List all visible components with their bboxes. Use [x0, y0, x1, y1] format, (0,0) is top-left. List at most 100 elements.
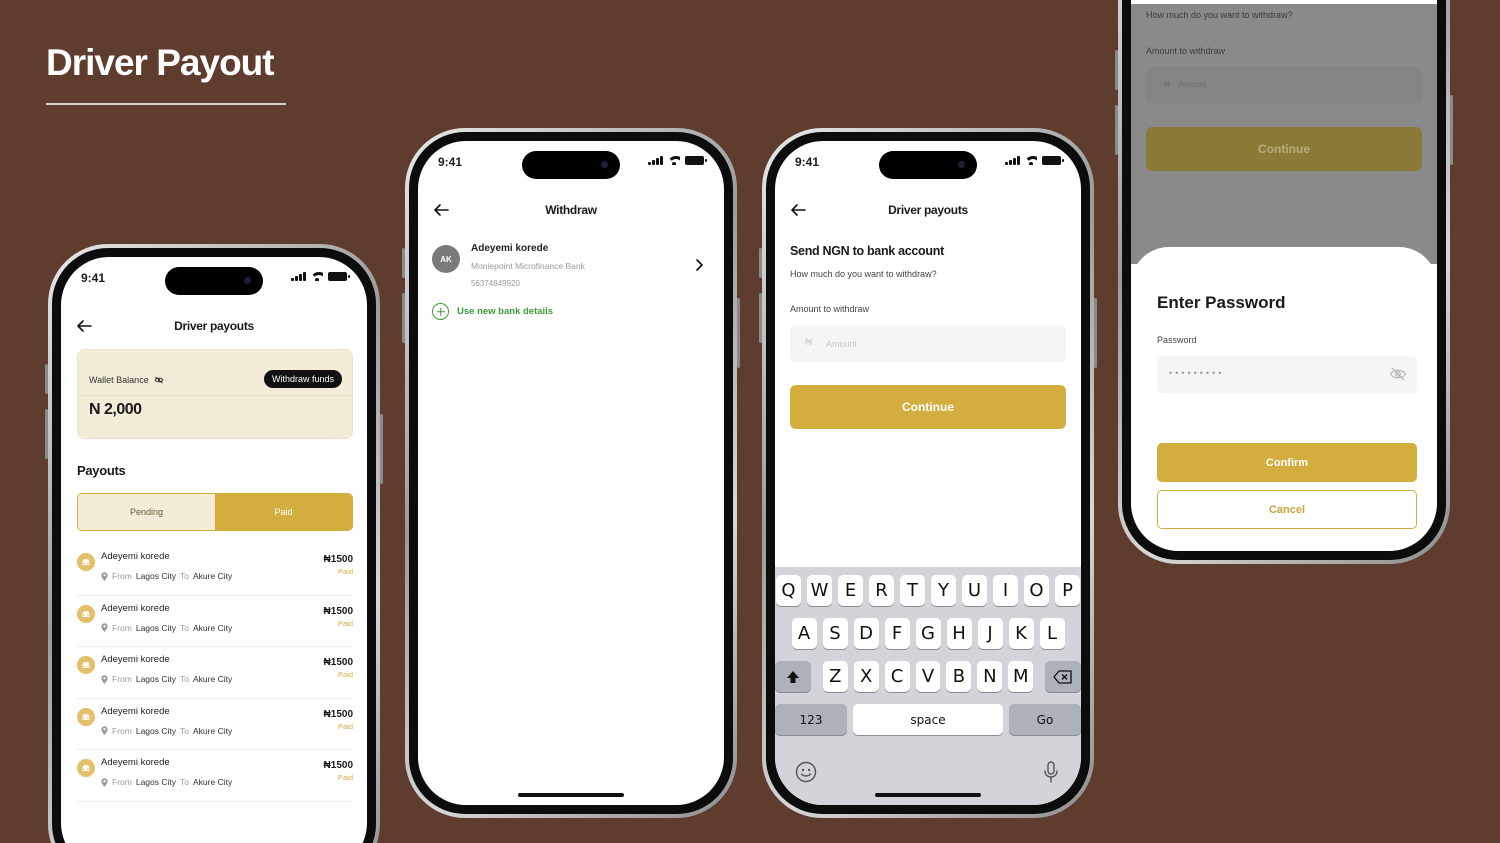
space-key[interactable]: space	[853, 704, 1003, 735]
payout-item[interactable]: Adeyemi korede From Lagos City To Akure Cit…	[77, 647, 353, 699]
nav-title: Driver payouts	[174, 319, 254, 333]
key-s[interactable]: S	[822, 618, 848, 649]
key-k[interactable]: K	[1008, 618, 1034, 649]
account-name: Adeyemi korede	[471, 243, 549, 254]
password-input[interactable]: •••••••••	[1157, 356, 1417, 393]
background-overlay: How much do you want to withdraw? Amount…	[1131, 4, 1437, 264]
chevron-right-icon	[696, 259, 703, 271]
dynamic-island	[165, 267, 263, 295]
key-p[interactable]: P	[1055, 575, 1080, 606]
key-x[interactable]: X	[853, 661, 879, 692]
plus-circle-icon	[432, 303, 449, 320]
payout-name: Adeyemi korede	[101, 602, 170, 614]
currency-prefix: ₦	[805, 337, 813, 348]
key-f[interactable]: F	[884, 618, 910, 649]
tab-pending[interactable]: Pending	[78, 494, 215, 530]
payout-status: Paid	[337, 721, 353, 731]
payout-amount: ₦1500	[323, 605, 353, 617]
key-b[interactable]: B	[946, 661, 972, 692]
home-indicator	[518, 793, 624, 797]
amount-input[interactable]	[790, 325, 1066, 362]
key-j[interactable]: J	[977, 618, 1003, 649]
avatar: AK	[432, 245, 460, 273]
amount-input: ₦ Amount	[1146, 67, 1422, 104]
wifi-icon	[311, 272, 323, 281]
key-o[interactable]: O	[1024, 575, 1049, 606]
signal-icon	[1005, 156, 1020, 165]
go-key[interactable]: Go	[1009, 704, 1081, 735]
payouts-heading: Payouts	[77, 463, 126, 478]
payout-route: From Lagos City To Akure City	[101, 777, 232, 787]
payout-amount: ₦1500	[323, 760, 353, 771]
password-label: Password	[1157, 335, 1197, 345]
car-icon	[77, 604, 95, 623]
key-n[interactable]: N	[977, 661, 1003, 692]
payout-item[interactable]: Adeyemi korede From Lagos City To Akure Cit…	[77, 750, 353, 802]
payout-name: Adeyemi korede	[101, 757, 170, 768]
signal-icon	[291, 272, 306, 281]
key-v[interactable]: V	[915, 661, 941, 692]
battery-icon	[328, 272, 350, 281]
key-d[interactable]: D	[853, 618, 879, 649]
signal-icon	[648, 156, 663, 165]
key-z[interactable]: Z	[822, 661, 848, 692]
password-mask: •••••••••	[1169, 368, 1225, 378]
status-bar: 9:41	[418, 141, 724, 185]
eye-slash-icon[interactable]	[154, 376, 164, 384]
key-q[interactable]: Q	[776, 575, 801, 606]
wifi-icon	[1025, 156, 1037, 165]
payout-amount: ₦1500	[323, 657, 353, 668]
battery-icon	[1042, 156, 1064, 165]
key-w[interactable]: W	[807, 575, 832, 606]
car-icon	[77, 553, 95, 571]
key-h[interactable]: H	[946, 618, 972, 649]
emoji-icon[interactable]	[795, 761, 817, 783]
phone-send-to-bank: 9:41 Driver payouts Send NGN to bank acc…	[759, 128, 1097, 818]
continue-button[interactable]: Continue	[790, 385, 1066, 429]
withdraw-funds-button[interactable]: Withdraw funds	[263, 370, 342, 388]
key-a[interactable]: A	[791, 618, 817, 649]
status-bar: 9:41	[775, 141, 1081, 185]
sheet-title: Enter Password	[1157, 293, 1286, 312]
key-e[interactable]: E	[838, 575, 863, 606]
status-bar: 9:41	[61, 257, 367, 301]
car-icon	[77, 656, 95, 674]
key-u[interactable]: U	[962, 575, 987, 606]
send-heading: Send NGN to bank account	[790, 244, 944, 258]
key-m[interactable]: M	[1008, 661, 1034, 692]
payout-item[interactable]: Adeyemi korede From Lagos City To Akure Cit…	[77, 544, 353, 596]
payout-item[interactable]: Adeyemi korede From Lagos City To Akure Cit…	[77, 699, 353, 750]
payout-route: From Lagos City To Akure City	[101, 571, 232, 581]
numbers-key[interactable]: 123	[775, 704, 847, 735]
key-i[interactable]: I	[993, 575, 1018, 606]
tab-paid[interactable]: Paid	[215, 494, 352, 530]
location-pin-icon	[101, 777, 108, 787]
wifi-icon	[668, 156, 680, 165]
key-y[interactable]: Y	[931, 575, 956, 606]
bank-account-item[interactable]: AK Adeyemi korede Moniepoint Microfinanc…	[432, 241, 710, 293]
key-l[interactable]: L	[1039, 618, 1065, 649]
shift-key[interactable]	[775, 661, 811, 692]
payout-list: Adeyemi korede From Lagos City To Akure Cit…	[77, 544, 353, 802]
payout-route: From Lagos City To Akure City	[101, 623, 232, 633]
payout-name: Adeyemi korede	[101, 705, 170, 717]
key-c[interactable]: C	[884, 661, 910, 692]
payout-tabs: Pending Paid	[77, 493, 353, 531]
wallet-card: Wallet Balance Withdraw funds N 2,000	[77, 349, 353, 439]
car-icon	[77, 759, 95, 777]
payout-item[interactable]: Adeyemi korede From Lagos City To Akure Cit…	[77, 596, 353, 647]
eye-slash-icon[interactable]	[1389, 366, 1407, 382]
battery-icon	[685, 156, 707, 165]
key-r[interactable]: R	[869, 575, 894, 606]
cancel-button[interactable]: Cancel	[1157, 490, 1417, 529]
key-g[interactable]: G	[915, 618, 941, 649]
keyboard: Q W E R T Y U I O P A S D F G H J K L Z …	[775, 567, 1081, 805]
backspace-key[interactable]	[1045, 661, 1081, 692]
use-new-bank-link[interactable]: Use new bank details	[432, 303, 553, 320]
location-pin-icon	[101, 674, 108, 684]
page-title: Driver Payout	[46, 42, 275, 83]
microphone-icon[interactable]	[1043, 760, 1059, 784]
payout-status: Paid	[337, 773, 353, 782]
key-t[interactable]: T	[900, 575, 925, 606]
confirm-button[interactable]: Confirm	[1157, 443, 1417, 482]
